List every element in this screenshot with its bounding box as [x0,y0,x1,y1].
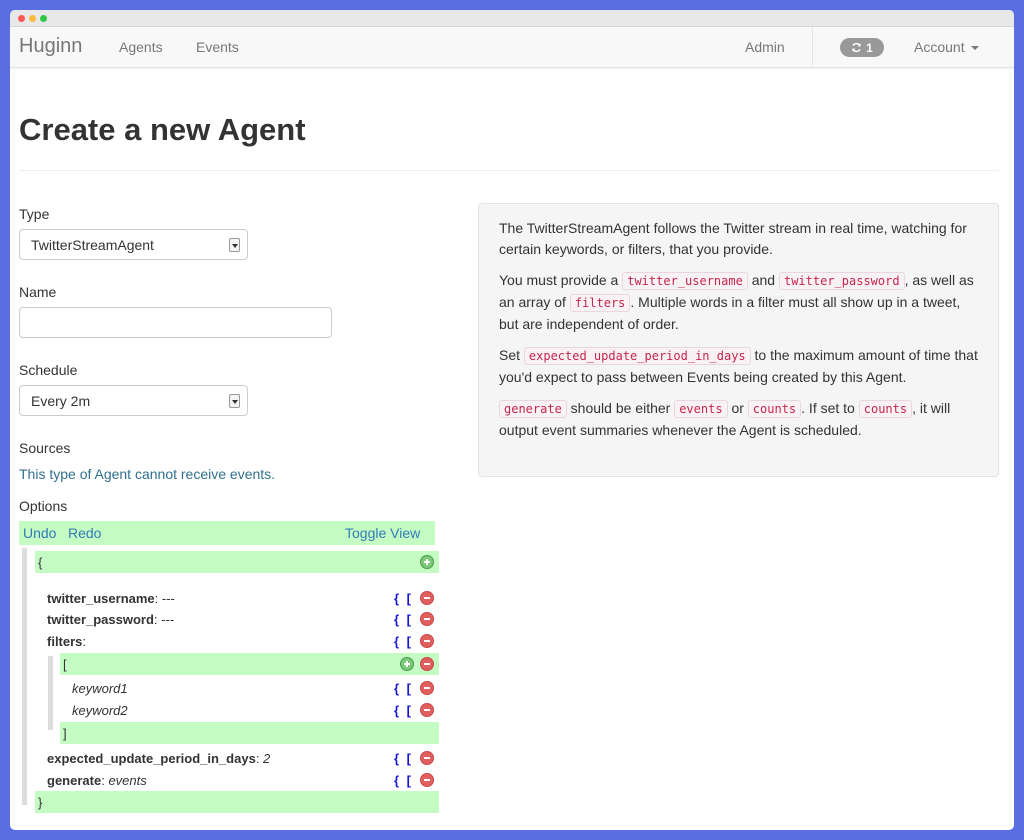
undo-button[interactable]: Undo [23,525,56,541]
help-paragraph: Set expected_update_period_in_days to th… [499,347,978,385]
dropdown-arrow-icon [229,394,240,408]
tree-row[interactable]: filters: { [ [47,630,439,652]
window-titlebar [10,10,1014,27]
code-snippet: generate [499,400,567,418]
option-value[interactable]: --- [161,612,174,627]
browser-window: Huginn Agents Events Admin 1 Account Cre… [10,10,1014,830]
add-container-buttons[interactable]: { [ [394,751,413,766]
toggle-view-button[interactable]: Toggle View [345,525,420,541]
nav-divider [812,27,813,68]
brand-logo[interactable]: Huginn [19,35,82,58]
option-key: twitter_username [47,590,155,606]
close-brace: } [38,794,43,810]
tree-row[interactable]: keyword2 { [ [72,699,439,721]
job-count: 1 [866,40,873,55]
remove-item-icon[interactable] [420,657,434,671]
remove-item-icon[interactable] [420,773,434,787]
options-editor-toolbar: Undo Redo Toggle View [19,521,435,545]
tree-row[interactable]: keyword1 { [ [72,677,439,699]
code-snippet: expected_update_period_in_days [523,347,751,365]
option-key: filters [47,633,83,649]
job-status-badge[interactable]: 1 [840,38,884,57]
type-select-value: TwitterStreamAgent [31,237,154,253]
add-item-icon[interactable] [400,657,414,671]
remove-item-icon[interactable] [420,612,434,626]
remove-item-icon[interactable] [420,703,434,717]
tree-row[interactable]: generate: events { [ [47,769,439,791]
close-window-button[interactable] [18,15,25,22]
code-snippet: events [674,400,728,418]
schedule-label: Schedule [19,362,78,378]
add-container-buttons[interactable]: { [ [394,612,413,627]
add-container-buttons[interactable]: { [ [394,634,413,649]
add-item-icon[interactable] [420,555,434,569]
remove-item-icon[interactable] [420,681,434,695]
tree-row[interactable]: expected_update_period_in_days: 2 { [ [47,747,439,769]
redo-button[interactable]: Redo [68,525,101,541]
tree-rail-filters [48,656,53,730]
sources-label: Sources [19,440,71,456]
add-container-buttons[interactable]: { [ [394,773,413,788]
tree-rail-root [22,548,27,805]
open-brace: { [38,554,43,570]
code-snippet: counts [747,400,802,418]
code-snippet: twitter_password [778,272,905,290]
maximize-window-button[interactable] [40,15,47,22]
account-menu[interactable]: Account [914,39,979,55]
tree-row[interactable]: twitter_password: --- { [ [47,608,439,630]
schedule-select-value: Every 2m [31,393,91,409]
option-value[interactable]: 2 [263,751,270,766]
filter-value[interactable]: keyword1 [72,681,128,696]
refresh-icon [852,42,862,53]
remove-item-icon[interactable] [420,751,434,765]
caret-down-icon [970,46,979,51]
top-navbar: Huginn Agents Events Admin 1 Account [10,27,1014,68]
tree-object-close: } [35,791,439,813]
help-paragraph: You must provide a twitter_username and … [499,272,974,332]
nav-admin-link[interactable]: Admin [745,39,785,55]
agent-description-panel: The TwitterStreamAgent follows the Twitt… [478,203,999,477]
options-json-tree: { twitter_username: --- { [ twitter_pass… [19,548,439,813]
nav-agents-link[interactable]: Agents [119,39,163,55]
tree-array-close: ] [60,722,439,744]
add-container-buttons[interactable]: { [ [394,591,413,606]
type-select[interactable]: TwitterStreamAgent [19,229,248,260]
option-key: expected_update_period_in_days [47,750,256,766]
name-input[interactable] [19,307,332,338]
option-key: twitter_password [47,611,154,627]
minimize-window-button[interactable] [29,15,36,22]
tree-array-open[interactable]: [ [60,653,439,675]
title-divider [19,170,999,171]
code-snippet: counts [858,400,913,418]
page-title: Create a new Agent [19,112,306,147]
remove-item-icon[interactable] [420,634,434,648]
open-bracket: [ [63,656,67,672]
type-label: Type [19,206,50,222]
schedule-select[interactable]: Every 2m [19,385,248,416]
help-paragraph: The TwitterStreamAgent follows the Twitt… [499,220,967,257]
sources-note: This type of Agent cannot receive events… [19,466,276,482]
add-container-buttons[interactable]: { [ [394,703,413,718]
code-snippet: twitter_username [622,272,748,290]
account-label: Account [914,39,965,55]
options-label: Options [19,498,68,514]
name-label: Name [19,284,57,300]
tree-object-open[interactable]: { [35,551,439,573]
nav-events-link[interactable]: Events [196,39,239,55]
tree-row[interactable]: twitter_username: --- { [ [47,587,439,609]
code-snippet: filters [569,294,631,312]
filter-value[interactable]: keyword2 [72,703,128,718]
option-key: generate [47,772,102,788]
option-value[interactable]: --- [162,591,175,606]
help-paragraph: generate should be either events or coun… [499,400,951,438]
close-bracket: ] [63,725,67,741]
option-value[interactable]: events [108,773,146,788]
add-container-buttons[interactable]: { [ [394,681,413,696]
remove-item-icon[interactable] [420,591,434,605]
dropdown-arrow-icon [229,238,240,252]
